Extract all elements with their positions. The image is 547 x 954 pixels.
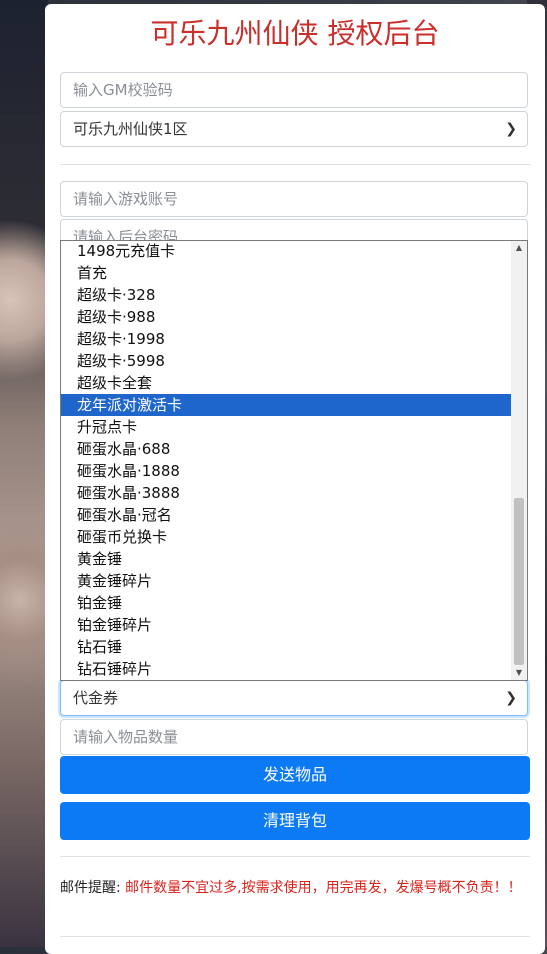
item-dropdown-list[interactable]: 1498元充值卡 首充 超级卡·328 超级卡·988 超级卡·1998 超级卡… [60, 240, 528, 681]
dropdown-option[interactable]: 钻石锤碎片 [61, 658, 512, 680]
dropdown-option[interactable]: 超级卡全套 [61, 372, 512, 394]
item-select-value: 代金券 [73, 689, 119, 707]
dropdown-option[interactable]: 砸蛋水晶·冠名 [61, 504, 512, 526]
dropdown-option[interactable]: 黄金锤 [61, 548, 512, 570]
chevron-down-icon: ❯ [505, 690, 517, 706]
scrollbar-thumb[interactable] [514, 498, 524, 665]
dropdown-option[interactable]: 超级卡·5998 [61, 350, 512, 372]
dropdown-option[interactable]: 升冠点卡 [61, 416, 512, 438]
mail-notice: 邮件提醒: 邮件数量不宜过多,按需求使用，用完再发，发爆号概不负责！！ [60, 876, 530, 900]
dropdown-option[interactable]: 超级卡·988 [61, 306, 512, 328]
dropdown-option[interactable]: 黄金锤碎片 [61, 570, 512, 592]
clear-bag-button[interactable]: 清理背包 [60, 802, 530, 840]
chevron-down-icon: ❯ [505, 121, 517, 137]
account-input[interactable]: 请输入游戏账号 [60, 181, 528, 217]
quantity-input[interactable]: 请输入物品数量 [60, 719, 528, 755]
divider [60, 856, 530, 857]
background-art-left [0, 0, 48, 947]
notice-label: 邮件提醒: [60, 880, 121, 896]
dropdown-option[interactable]: 砸蛋水晶·1888 [61, 460, 512, 482]
dropdown-option[interactable]: 超级卡·1998 [61, 328, 512, 350]
dropdown-option[interactable]: 首充 [61, 262, 512, 284]
notice-text: 邮件数量不宜过多,按需求使用，用完再发，发爆号概不负责！！ [120, 880, 522, 896]
dropdown-option[interactable]: 1498元充值卡 [61, 241, 512, 262]
server-select-value: 可乐九州仙侠1区 [73, 120, 188, 138]
dropdown-scrollbar[interactable]: ▲ ▼ [511, 241, 527, 680]
divider [60, 164, 530, 165]
item-select[interactable]: 代金券 ❯ [60, 680, 528, 716]
dropdown-option[interactable]: 铂金锤碎片 [61, 614, 512, 636]
page-title: 可乐九州仙侠 授权后台 [150, 17, 440, 50]
server-select[interactable]: 可乐九州仙侠1区 ❯ [60, 111, 528, 147]
gm-code-input[interactable]: 输入GM校验码 [60, 72, 528, 108]
dropdown-option[interactable]: 砸蛋水晶·688 [61, 438, 512, 460]
divider [60, 936, 530, 937]
scroll-down-icon[interactable]: ▼ [511, 666, 527, 680]
dropdown-option[interactable]: 铂金锤 [61, 592, 512, 614]
dropdown-option-highlighted[interactable]: 龙年派对激活卡 [61, 394, 512, 416]
item-options: 1498元充值卡 首充 超级卡·328 超级卡·988 超级卡·1998 超级卡… [61, 241, 512, 680]
dropdown-option[interactable]: 砸蛋水晶·3888 [61, 482, 512, 504]
dropdown-option[interactable]: 砸蛋币兑换卡 [61, 526, 512, 548]
scroll-up-icon[interactable]: ▲ [511, 241, 527, 255]
dropdown-option[interactable]: 钻石锤 [61, 636, 512, 658]
auth-panel: 可乐九州仙侠 授权后台 输入GM校验码 可乐九州仙侠1区 ❯ 请输入游戏账号 请… [45, 4, 545, 954]
dropdown-option[interactable]: 超级卡·328 [61, 284, 512, 306]
send-item-button[interactable]: 发送物品 [60, 756, 530, 794]
